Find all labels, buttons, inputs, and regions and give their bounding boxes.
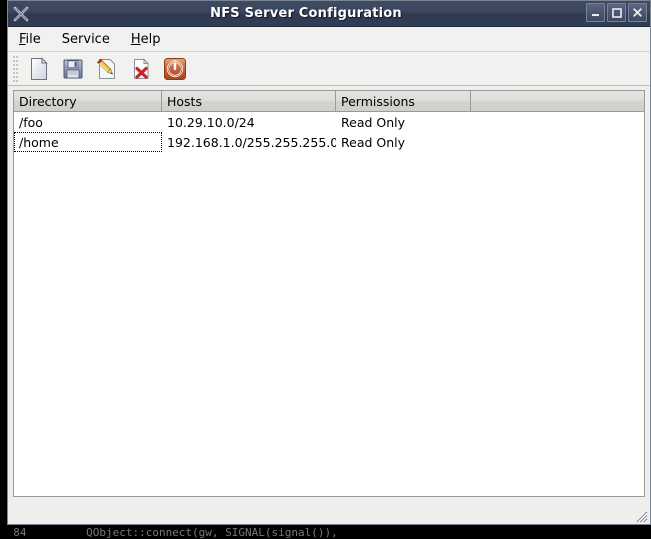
window-title: NFS Server Configuration [210,6,402,21]
desktop-background: 84 QObject::connect(gw, SIGNAL(signal())… [0,0,651,539]
window-controls [586,3,647,22]
close-button[interactable] [628,3,647,22]
delete-document-icon[interactable] [125,53,157,85]
menu-help-rest: elp [140,31,161,47]
table-row[interactable]: /foo 10.29.10.0/24 Read Only [14,112,644,132]
x11-logo-icon[interactable] [10,3,32,25]
column-header-permissions[interactable]: Permissions [336,91,471,112]
menu-item-help[interactable]: Help [128,30,170,49]
toolbar [8,52,650,86]
cell-extra [471,132,644,152]
menu-file-rest: ile [25,31,41,47]
cell-hosts: 192.168.1.0/255.255.255.0 [167,134,336,150]
minimize-button[interactable] [586,3,605,22]
listview-header: Directory Hosts Permissions [14,91,644,112]
save-floppy-icon[interactable] [57,53,89,85]
cell-extra [471,112,644,132]
listview-body: /foo 10.29.10.0/24 Read Only /home 192.1… [14,112,644,496]
toolbar-grip-handle[interactable] [10,54,21,84]
edit-pencil-icon[interactable] [91,53,123,85]
power-quit-icon[interactable] [159,53,191,85]
menu-item-file[interactable]: File [16,30,50,49]
maximize-button[interactable] [607,3,626,22]
column-header-empty[interactable] [471,91,644,112]
column-header-directory[interactable]: Directory [14,91,162,112]
background-terminal-text: 84 QObject::connect(gw, SIGNAL(signal())… [0,526,651,539]
nfs-server-configuration-window: NFS Server Configuration File Service He… [7,0,651,525]
column-header-hosts[interactable]: Hosts [162,91,336,112]
cell-hosts: 10.29.10.0/24 [167,114,255,130]
cell-permissions: Read Only [341,134,406,150]
cell-directory: /home [14,132,162,152]
resize-grip-icon[interactable] [634,508,648,523]
cell-permissions: Read Only [341,114,406,130]
new-document-icon[interactable] [23,53,55,85]
exports-listview-container: Directory Hosts Permissions /foo 10.29.1… [8,86,650,502]
exports-listview[interactable]: Directory Hosts Permissions /foo 10.29.1… [13,90,645,497]
cell-directory: /foo [19,114,43,130]
menu-help-mnemonic: H [130,31,141,47]
statusbar [8,502,650,524]
menu-item-service[interactable]: Service [59,30,119,49]
menubar: File Service Help [8,27,650,52]
menu-service-label: Service [61,31,110,47]
table-row[interactable]: /home 192.168.1.0/255.255.255.0 Read Onl… [14,132,644,152]
window-titlebar[interactable]: NFS Server Configuration [8,1,650,27]
